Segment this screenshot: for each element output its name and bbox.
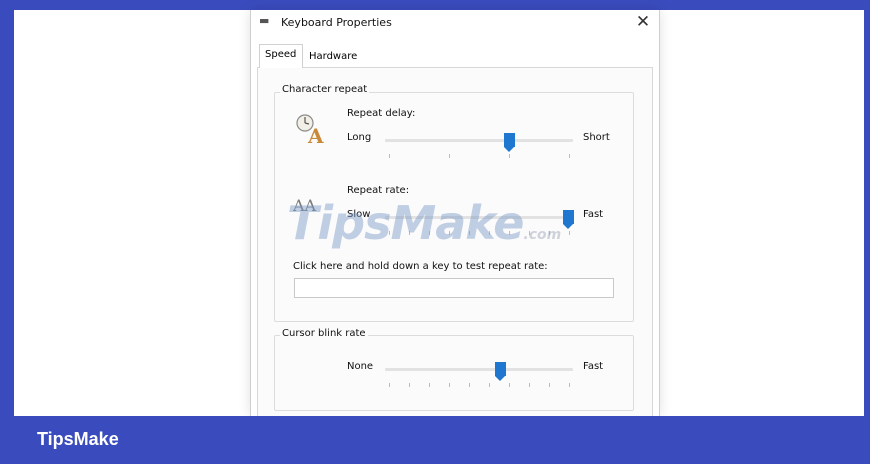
character-repeat-title: Character repeat <box>280 84 370 95</box>
cursor-blink-max-label: Fast <box>583 361 604 372</box>
repeat-rate-min-label: Slow <box>347 209 371 220</box>
cursor-blink-slider-thumb[interactable] <box>495 362 507 381</box>
close-button[interactable]: ✕ <box>631 11 655 33</box>
tab-speed[interactable]: Speed <box>259 44 303 68</box>
test-repeat-rate-input[interactable] <box>294 278 614 298</box>
cursor-blink-slider-track[interactable] <box>385 368 573 371</box>
frame-top-border <box>0 0 870 10</box>
repeat-delay-icon: A <box>296 114 324 145</box>
repeat-rate-max-label: Fast <box>583 209 604 220</box>
frame-right-border <box>864 0 870 464</box>
cursor-blink-rate-group <box>274 335 634 411</box>
tab-hardware[interactable]: Hardware <box>307 48 357 68</box>
test-repeat-rate-prompt: Click here and hold down a key to test r… <box>293 261 548 272</box>
frame-left-border <box>0 0 14 464</box>
keyboard-properties-dialog: ▬ Keyboard Properties ✕ Speed Hardware C… <box>250 10 660 416</box>
repeat-delay-slider-track[interactable] <box>385 139 573 142</box>
footer-bar: TipsMake <box>0 416 870 464</box>
footer-brand: TipsMake <box>37 429 119 449</box>
cursor-blink-min-label: None <box>347 361 374 372</box>
title-bar[interactable]: ▬ Keyboard Properties ✕ <box>251 10 659 36</box>
repeat-delay-slider-thumb[interactable] <box>504 133 516 152</box>
repeat-rate-label: Repeat rate: <box>347 185 410 196</box>
window-title: Keyboard Properties <box>281 16 392 29</box>
repeat-delay-ticks <box>385 154 573 159</box>
repeat-rate-ticks <box>385 231 573 236</box>
repeat-rate-slider-thumb[interactable] <box>562 210 574 229</box>
repeat-rate-slider-track[interactable] <box>385 216 573 219</box>
svg-text:AA: AA <box>293 196 317 215</box>
repeat-delay-max-label: Short <box>583 132 610 143</box>
repeat-rate-icon: AA <box>293 196 317 215</box>
cursor-blink-ticks <box>385 383 573 388</box>
repeat-delay-min-label: Long <box>347 132 372 143</box>
svg-text:A: A <box>307 124 324 145</box>
keyboard-icon: ▬ <box>259 14 270 27</box>
repeat-delay-label: Repeat delay: <box>347 108 416 119</box>
cursor-blink-rate-title: Cursor blink rate <box>280 328 368 339</box>
